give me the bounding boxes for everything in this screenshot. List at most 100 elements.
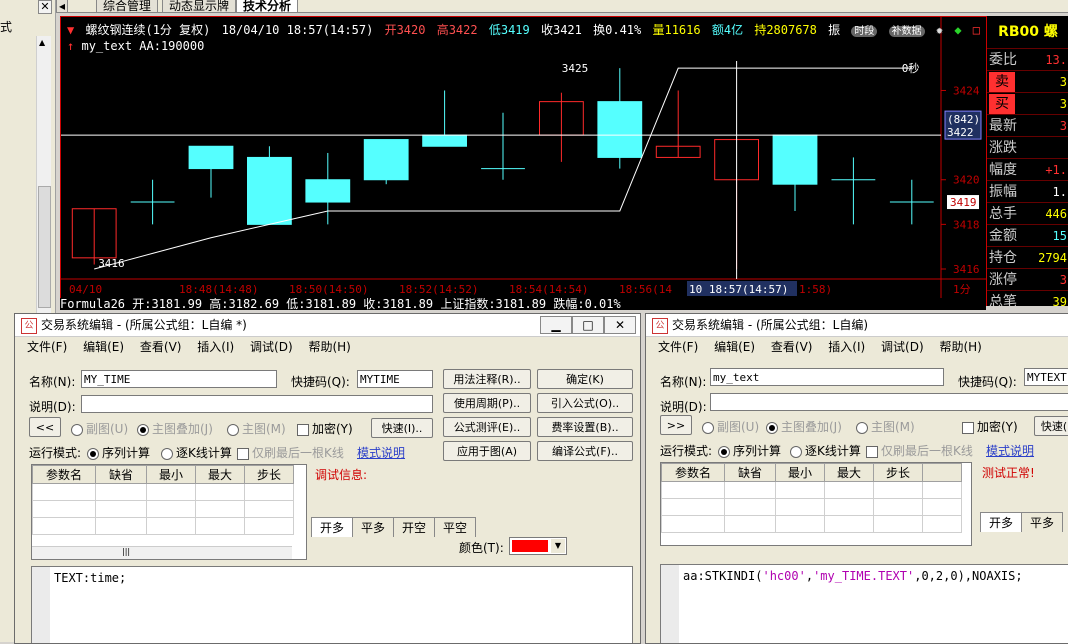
table-row[interactable] xyxy=(661,481,962,499)
fee-settings-button[interactable]: 费率设置(B).. xyxy=(537,417,633,437)
radio-mode-seq[interactable]: 序列计算 xyxy=(718,442,781,459)
dialog-left-titlebar[interactable]: 公 交易系统编辑 - (所属公式组：L自编 *) ▁ □ ✕ xyxy=(15,314,640,337)
grid-hscrollbar[interactable]: ||| xyxy=(32,546,292,559)
quote-row-label: 总笔 xyxy=(989,294,1017,306)
menu-debug[interactable]: 调试(D) xyxy=(250,340,293,354)
supplement-data-button[interactable]: 补数据 xyxy=(888,26,925,37)
hotkey-input[interactable]: MYTEXT xyxy=(1024,368,1068,386)
menu-edit[interactable]: 编辑(E) xyxy=(83,340,124,354)
radio-sub-chart[interactable]: 副图(U) xyxy=(702,418,759,435)
tab-open-short[interactable]: 开空 xyxy=(393,517,436,537)
diamond-icon[interactable]: ◆ xyxy=(954,23,961,37)
quote-row: 卖3 xyxy=(987,72,1068,93)
mode-help-link[interactable]: 模式说明 xyxy=(357,444,405,461)
mode-label: 运行模式: xyxy=(660,444,713,458)
kline-chart-svg[interactable]: 3424 3420 3418 3416 (842)3422 3419 3425 3416 0秒 0… xyxy=(61,17,987,299)
hotkey-label: 快捷码(Q): xyxy=(958,375,1017,389)
mode-tick-label: 逐K线计算 xyxy=(805,444,861,458)
table-row[interactable] xyxy=(661,515,962,533)
tab-comprehensive[interactable]: 综合管理 xyxy=(96,0,159,13)
table-row[interactable] xyxy=(661,498,962,516)
tab-close-long[interactable]: 平多 xyxy=(352,517,395,537)
kline-chart[interactable]: 3424 3420 3418 3416 (842) 3422 3419 3425 3416 0秒 0… xyxy=(60,16,988,300)
code-editor[interactable]: TEXT:time; xyxy=(31,566,633,643)
radio-mode-tick[interactable]: 逐K线计算 xyxy=(161,444,232,461)
usage-notes-button[interactable]: 用法注释(R).. xyxy=(443,369,531,389)
compile-formula-button[interactable]: 编译公式(F).. xyxy=(537,441,633,461)
menu-view[interactable]: 查看(V) xyxy=(140,340,182,354)
quote-row-value: 3 xyxy=(1059,75,1067,89)
hotkey-input[interactable]: MYTIME xyxy=(357,370,433,388)
mode-last-checkbox[interactable]: 仅刷最后一根K线 xyxy=(866,442,973,459)
table-row[interactable] xyxy=(32,500,294,518)
quote-code-text: RB00 xyxy=(998,24,1040,40)
tab-close-short[interactable]: 平空 xyxy=(434,517,477,537)
menu-help[interactable]: 帮助(H) xyxy=(308,340,350,354)
tab-close-long[interactable]: 平多 xyxy=(1021,512,1064,532)
collapse-button[interactable]: << xyxy=(29,417,61,437)
mode-last-checkbox[interactable]: 仅刷最后一根K线 xyxy=(237,444,344,461)
grid-header-default: 缺省 xyxy=(724,463,776,482)
menu-insert[interactable]: 插入(I) xyxy=(828,340,865,354)
code-editor[interactable]: aa:STKINDI('hc00','my_TIME.TEXT',0,2,0),… xyxy=(660,564,1068,643)
code-text[interactable]: TEXT:time; xyxy=(54,571,126,585)
fast-button[interactable]: 快速( xyxy=(1034,416,1068,436)
menu-view[interactable]: 查看(V) xyxy=(771,340,813,354)
menu-debug[interactable]: 调试(D) xyxy=(881,340,924,354)
fast-button[interactable]: 快速(I).. xyxy=(371,418,433,438)
tab-bar: ◂ 综合管理 动态显示牌 技术分析 xyxy=(56,0,1068,13)
ok-button[interactable]: 确定(K) xyxy=(537,369,633,389)
menu-file[interactable]: 文件(F) xyxy=(27,340,67,354)
chevron-down-icon[interactable]: ▼ xyxy=(551,539,565,553)
menu-help[interactable]: 帮助(H) xyxy=(939,340,981,354)
gear-icon[interactable]: ✹ xyxy=(936,23,943,37)
encrypt-checkbox[interactable]: 加密(Y) xyxy=(297,420,353,437)
color-swatch xyxy=(512,540,548,552)
radio-main-overlay[interactable]: 主图叠加(J) xyxy=(137,420,213,437)
radio-mode-tick[interactable]: 逐K线计算 xyxy=(790,442,861,459)
editor-dialog-right: 公 交易系统编辑 - (所属公式组：L自编) 文件(F) 编辑(E) 查看(V)… xyxy=(645,313,1068,644)
tab-open-long[interactable]: 开多 xyxy=(980,512,1023,532)
time-tick-label: 18:52(14:52) xyxy=(399,283,478,296)
radio-mode-seq[interactable]: 序列计算 xyxy=(87,444,150,461)
time-segment-button[interactable]: 时段 xyxy=(851,26,878,37)
dialog-right-titlebar[interactable]: 公 交易系统编辑 - (所属公式组：L自编) xyxy=(646,314,1068,337)
import-formula-button[interactable]: 引入公式(O).. xyxy=(537,393,633,413)
radio-main-overlay[interactable]: 主图叠加(J) xyxy=(766,418,842,435)
encrypt-checkbox[interactable]: 加密(Y) xyxy=(962,418,1018,435)
mode-label: 运行模式: xyxy=(29,446,82,460)
usage-period-button[interactable]: 使用周期(P).. xyxy=(443,393,531,413)
minimize-button[interactable]: ▁ xyxy=(540,316,572,334)
scroll-up-icon[interactable]: ▲ xyxy=(39,38,45,47)
apply-to-chart-button[interactable]: 应用于图(A) xyxy=(443,441,531,461)
param-grid[interactable]: 参数名 缺省 最小 最大 步长 ||| xyxy=(31,464,307,560)
maximize-button[interactable]: □ xyxy=(572,316,604,334)
menu-edit[interactable]: 编辑(E) xyxy=(714,340,755,354)
menu-insert[interactable]: 插入(I) xyxy=(197,340,234,354)
tab-scroll-left-icon[interactable]: ◂ xyxy=(56,0,68,13)
param-grid[interactable]: 参数名 缺省 最小 最大 步长 xyxy=(660,462,972,546)
tab-open-long[interactable]: 开多 xyxy=(311,517,354,537)
table-row[interactable] xyxy=(32,483,294,501)
name-input[interactable]: my_text xyxy=(710,368,944,386)
chart-volume: 量11616 xyxy=(652,23,701,37)
mode-help-link[interactable]: 模式说明 xyxy=(986,442,1034,459)
desc-input[interactable] xyxy=(710,393,1068,411)
table-row[interactable] xyxy=(32,517,294,535)
scroll-thumb[interactable] xyxy=(38,186,51,308)
color-select[interactable]: ▼ xyxy=(509,537,567,555)
formula-test-button[interactable]: 公式测评(E).. xyxy=(443,417,531,437)
expand-button[interactable]: >> xyxy=(660,415,692,435)
close-button[interactable]: ✕ xyxy=(604,316,636,334)
square-icon[interactable]: □ xyxy=(973,23,980,37)
code-text[interactable]: aa:STKINDI('hc00','my_TIME.TEXT',0,2,0),… xyxy=(683,569,1023,583)
radio-main-chart[interactable]: 主图(M) xyxy=(856,418,915,435)
close-icon[interactable]: ✕ xyxy=(38,0,52,14)
menu-file[interactable]: 文件(F) xyxy=(658,340,698,354)
radio-sub-chart[interactable]: 副图(U) xyxy=(71,420,128,437)
name-input[interactable]: MY_TIME xyxy=(81,370,277,388)
tab-technical-analysis[interactable]: 技术分析 xyxy=(236,0,299,13)
tab-dynamic-board[interactable]: 动态显示牌 xyxy=(162,0,237,13)
desc-input[interactable] xyxy=(81,395,433,413)
radio-main-chart[interactable]: 主图(M) xyxy=(227,420,286,437)
